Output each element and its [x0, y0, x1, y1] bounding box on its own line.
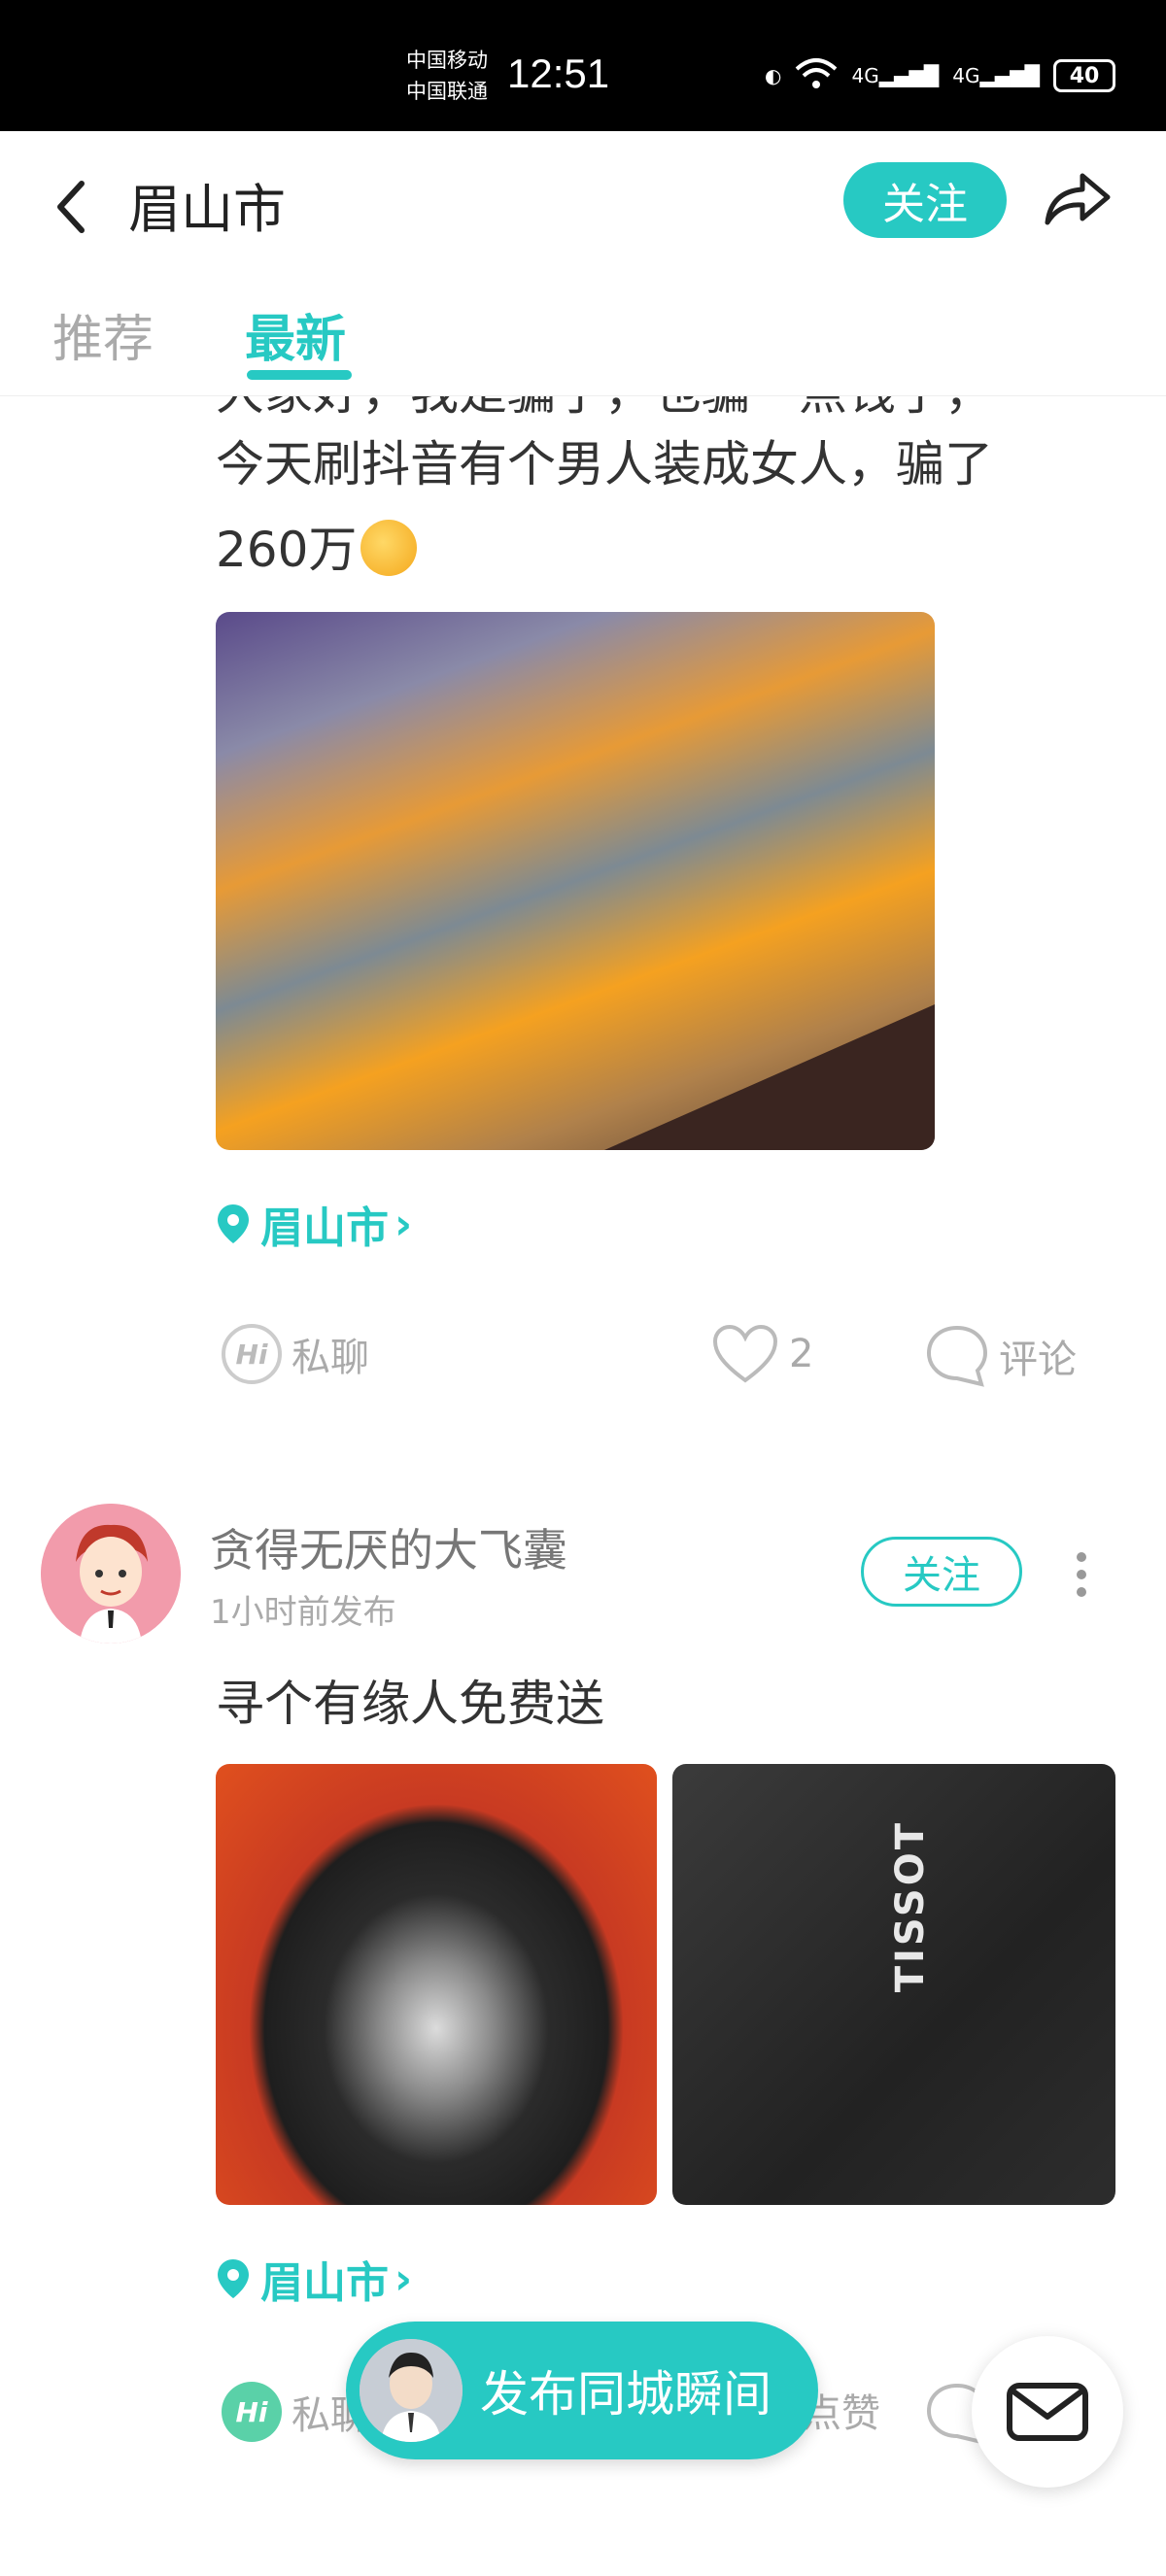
wifi-icon — [795, 57, 838, 95]
carrier-1: 中国移动 — [406, 49, 488, 72]
battery-icon: 40 — [1053, 59, 1115, 92]
private-chat-button[interactable]: Hi 私聊 — [222, 1324, 369, 1384]
tab-recommend[interactable]: 推荐 — [52, 298, 154, 371]
like-count: 2 — [789, 1332, 814, 1376]
follow-user-button[interactable]: 关注 — [861, 1537, 1022, 1607]
clock: 12:51 — [507, 51, 610, 96]
back-arrow-icon[interactable] — [51, 172, 97, 242]
heart-icon — [712, 1324, 778, 1383]
post-text-line: 260万 — [216, 507, 418, 593]
tab-bar: 推荐 最新 — [0, 277, 1166, 396]
carrier-labels: 中国移动 中国联通 — [406, 45, 488, 107]
hd-call-icon: ◐ — [765, 64, 782, 87]
chat-label: 私聊 — [292, 1336, 369, 1380]
comment-bubble-icon — [926, 1325, 988, 1387]
chevron-right-icon: › — [394, 1199, 413, 1249]
post-timestamp: 1小时前发布 — [210, 1593, 396, 1632]
avatar[interactable] — [41, 1504, 181, 1644]
publish-label: 发布同城瞬间 — [480, 2366, 772, 2423]
post-text-partial-line: 大家好，我是骗子，也骗一点钱了， — [216, 396, 993, 424]
feed: 大家好，我是骗子，也骗一点钱了， 今天刷抖音有个男人装成女人，骗了 260万 眉… — [0, 396, 1166, 2576]
post-text-amount: 260万 — [216, 522, 358, 578]
comment-button[interactable]: 评论 — [925, 1324, 1077, 1388]
top-header: 眉山市 关注 — [0, 131, 1166, 277]
publish-avatar — [360, 2339, 463, 2442]
page-title: 眉山市 — [128, 179, 286, 240]
status-bar: 中国移动 中国联通 12:51 ◐ 4G▂▄▆█ 4G▂▄▆█ 40 — [0, 0, 1166, 131]
location-pin-icon — [218, 1204, 249, 1243]
shushing-emoji-icon — [360, 519, 418, 576]
hi-chat-icon: Hi — [222, 2382, 282, 2442]
tab-latest[interactable]: 最新 — [245, 298, 346, 371]
battery-level: 40 — [1069, 63, 1100, 88]
post-text: 寻个有缘人免费送 — [216, 1676, 604, 1732]
post-actions: Hi 私聊 2 评论 — [0, 1324, 1166, 1402]
mail-icon — [1007, 2383, 1088, 2441]
chevron-right-icon: › — [394, 2254, 413, 2304]
hi-chat-icon: Hi — [222, 1324, 282, 1384]
status-icons: ◐ 4G▂▄▆█ 4G▂▄▆█ 40 — [765, 54, 1115, 97]
share-icon[interactable] — [1040, 162, 1114, 236]
signal-2-icon: 4G▂▄▆█ — [952, 64, 1040, 87]
publish-moment-button[interactable]: 发布同城瞬间 — [346, 2322, 818, 2459]
follow-city-button[interactable]: 关注 — [843, 162, 1007, 238]
network-type-1: 4G — [851, 64, 879, 87]
carrier-2: 中国联通 — [406, 80, 488, 103]
post-image-watch-box[interactable]: TISSOT — [672, 1764, 1115, 2205]
post-image-watch[interactable] — [216, 1764, 657, 2205]
messages-button[interactable] — [972, 2336, 1123, 2488]
post-location[interactable]: 眉山市 › — [216, 2248, 412, 2310]
brand-logo-text: TISSOT — [888, 1820, 933, 1993]
location-pin-icon — [218, 2259, 249, 2298]
location-label: 眉山市 — [260, 1203, 389, 1253]
post-author-name[interactable]: 贪得无厌的大飞囊 — [210, 1515, 567, 1579]
active-tab-indicator — [247, 370, 352, 380]
comment-label: 评论 — [999, 1338, 1077, 1382]
post-location[interactable]: 眉山市 › — [216, 1193, 412, 1255]
signal-1-icon: 4G▂▄▆█ — [851, 64, 940, 87]
more-options-icon[interactable] — [1077, 1552, 1090, 1597]
network-type-2: 4G — [952, 64, 980, 87]
location-label: 眉山市 — [260, 2258, 389, 2308]
post-image-sunset[interactable] — [216, 612, 935, 1150]
post-text-line: 今天刷抖音有个男人装成女人，骗了 — [216, 436, 993, 492]
like-button[interactable]: 2 — [711, 1324, 813, 1384]
